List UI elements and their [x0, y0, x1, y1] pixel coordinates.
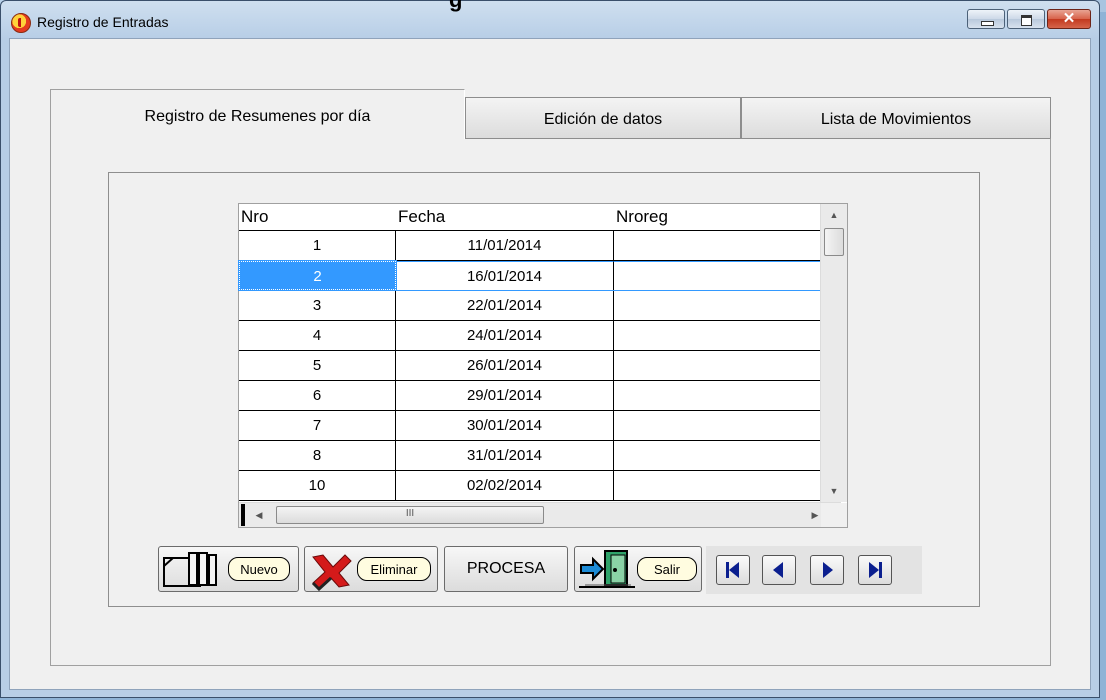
exit-door-icon	[579, 550, 635, 588]
cell-fecha[interactable]: 31/01/2014	[396, 441, 614, 470]
cell-nroreg[interactable]	[614, 411, 841, 440]
cell-nroreg[interactable]	[614, 441, 841, 470]
record-marker	[241, 504, 245, 526]
cell-nroreg[interactable]	[614, 351, 841, 380]
procesa-button[interactable]: PROCESA	[444, 546, 568, 592]
title-bar[interactable]: Registro de Entradas g ✕	[1, 0, 1099, 37]
eliminar-label: Eliminar	[357, 557, 431, 581]
grip-icon: III	[405, 508, 415, 519]
table-row[interactable]: 10 02/02/2014	[239, 471, 841, 501]
tab-label: Lista de Movimientos	[820, 111, 972, 128]
scroll-corner	[821, 503, 847, 527]
next-record-icon	[823, 562, 833, 578]
cell-nro[interactable]: 6	[239, 381, 396, 410]
tab-panel: Nro Fecha Nroreg 1 11/01/2014 2 16/01/20…	[50, 138, 1051, 666]
group-box: Nro Fecha Nroreg 1 11/01/2014 2 16/01/20…	[108, 172, 980, 607]
first-record-icon	[726, 562, 739, 578]
horizontal-scrollbar[interactable]: ◀ III ▶	[239, 502, 841, 527]
cell-nroreg[interactable]	[614, 261, 841, 290]
cell-nro[interactable]: 8	[239, 441, 396, 470]
cell-fecha[interactable]: 02/02/2014	[396, 471, 614, 500]
salir-label: Salir	[637, 557, 697, 581]
cell-nro[interactable]: 5	[239, 351, 396, 380]
cell-nro[interactable]: 1	[239, 231, 396, 260]
close-icon: ✕	[1062, 10, 1076, 27]
cell-fecha[interactable]: 26/01/2014	[396, 351, 614, 380]
nuevo-label: Nuevo	[228, 557, 290, 581]
cell-fecha[interactable]: 11/01/2014	[396, 231, 614, 260]
tab-edicion-datos[interactable]: Edición de datos	[465, 97, 741, 139]
window-client-area: Registro de Resumenes por día Edición de…	[9, 38, 1091, 690]
cell-nroreg[interactable]	[614, 381, 841, 410]
cell-fecha[interactable]: 16/01/2014	[396, 261, 614, 290]
table-row[interactable]: 3 22/01/2014	[239, 291, 841, 321]
data-grid[interactable]: Nro Fecha Nroreg 1 11/01/2014 2 16/01/20…	[238, 203, 848, 528]
cell-nro[interactable]: 7	[239, 411, 396, 440]
cell-nro[interactable]: 3	[239, 291, 396, 320]
cell-fecha[interactable]: 29/01/2014	[396, 381, 614, 410]
table-row[interactable]: 6 29/01/2014	[239, 381, 841, 411]
window-title: Registro de Entradas	[37, 14, 169, 30]
horizontal-scroll-thumb[interactable]: III	[276, 506, 544, 524]
app-icon	[11, 13, 31, 33]
partial-heading: g	[449, 0, 462, 13]
tab-label: Registro de Resumenes por día	[144, 108, 371, 125]
vertical-scrollbar[interactable]: ▲ ▼	[820, 204, 847, 502]
table-row[interactable]: 8 31/01/2014	[239, 441, 841, 471]
cell-nroreg[interactable]	[614, 321, 841, 350]
table-row[interactable]: 4 24/01/2014	[239, 321, 841, 351]
table-row-selected[interactable]: 2 16/01/2014	[238, 260, 841, 291]
scroll-up-icon[interactable]: ▲	[821, 204, 847, 226]
last-record-icon	[869, 562, 882, 578]
folder-documents-icon	[163, 552, 217, 587]
scroll-left-icon[interactable]: ◀	[249, 503, 269, 527]
cell-nroreg[interactable]	[614, 231, 841, 260]
previous-record-icon	[773, 562, 783, 578]
eliminar-button[interactable]: Eliminar	[304, 546, 438, 592]
vertical-scroll-thumb[interactable]	[824, 228, 844, 256]
close-button[interactable]: ✕	[1047, 9, 1091, 29]
column-header-nroreg[interactable]: Nroreg	[614, 204, 841, 230]
cell-nroreg[interactable]	[614, 291, 841, 320]
cell-fecha[interactable]: 30/01/2014	[396, 411, 614, 440]
record-navigator	[706, 546, 922, 594]
column-header-fecha[interactable]: Fecha	[396, 204, 614, 230]
table-row[interactable]: 5 26/01/2014	[239, 351, 841, 381]
tab-label: Edición de datos	[543, 111, 663, 128]
cell-fecha[interactable]: 22/01/2014	[396, 291, 614, 320]
table-row[interactable]: 7 30/01/2014	[239, 411, 841, 441]
salir-button[interactable]: Salir	[574, 546, 702, 592]
nuevo-button[interactable]: Nuevo	[158, 546, 299, 592]
cell-nro[interactable]: 4	[239, 321, 396, 350]
main-window: Registro de Entradas g ✕ Registro de Res…	[0, 0, 1100, 698]
grid-rows: 1 11/01/2014 2 16/01/2014 3 22/01/2014 4…	[238, 231, 841, 501]
minimize-button[interactable]	[967, 9, 1005, 29]
tab-lista-movimientos[interactable]: Lista de Movimientos	[741, 97, 1051, 139]
cell-fecha[interactable]: 24/01/2014	[396, 321, 614, 350]
cell-nro[interactable]: 10	[239, 471, 396, 500]
grid-header: Nro Fecha Nroreg	[239, 204, 841, 231]
previous-record-button[interactable]	[762, 555, 796, 585]
scroll-down-icon[interactable]: ▼	[821, 480, 847, 502]
cell-nro[interactable]: 2	[238, 260, 397, 291]
cell-nroreg[interactable]	[614, 471, 841, 500]
maximize-button[interactable]	[1007, 9, 1045, 29]
last-record-button[interactable]	[858, 555, 892, 585]
next-record-button[interactable]	[810, 555, 844, 585]
table-row[interactable]: 1 11/01/2014	[239, 231, 841, 261]
tab-registro-resumenes[interactable]: Registro de Resumenes por día	[50, 89, 465, 139]
first-record-button[interactable]	[716, 555, 750, 585]
red-x-delete-icon	[311, 554, 352, 591]
column-header-nro[interactable]: Nro	[239, 204, 396, 230]
